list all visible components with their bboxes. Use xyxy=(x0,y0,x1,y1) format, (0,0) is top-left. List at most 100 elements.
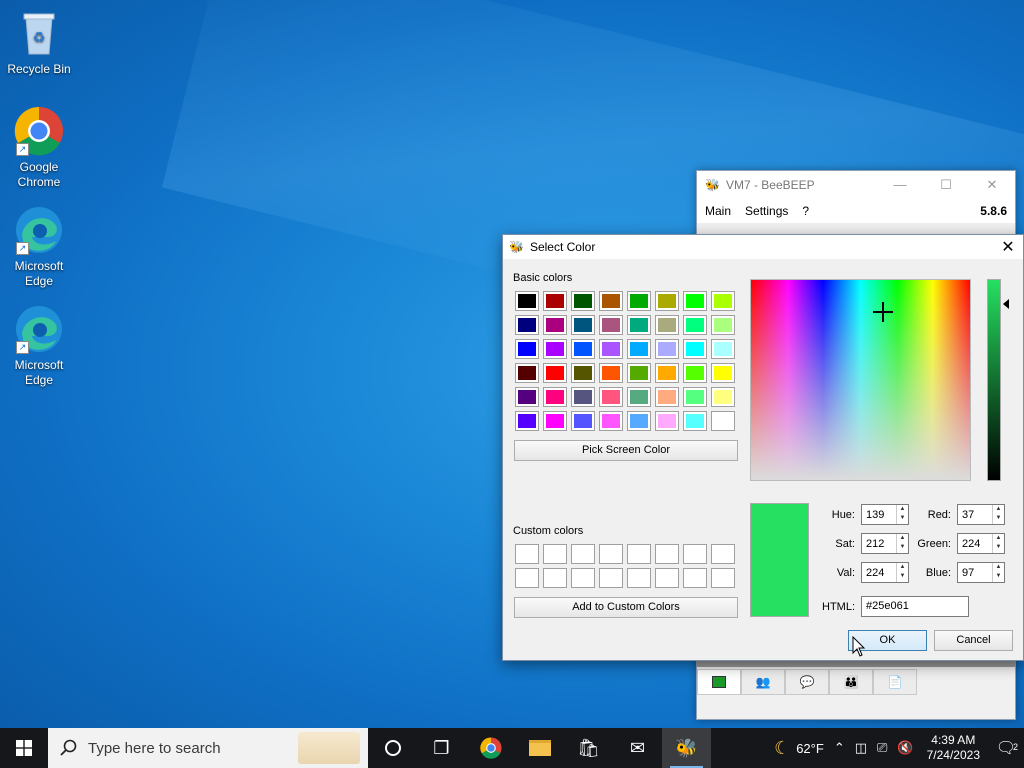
network-icon[interactable]: ⎚ xyxy=(872,740,892,756)
minimize-icon[interactable]: — xyxy=(877,177,923,193)
basic-color-swatch[interactable] xyxy=(571,339,595,359)
spin-arrows-icon[interactable]: ▲ ▼ xyxy=(896,534,908,553)
menu-help[interactable]: ? xyxy=(802,204,809,218)
show-hidden-icons-button[interactable]: ⌃ xyxy=(829,740,850,756)
taskbar-search-box[interactable]: Type here to search xyxy=(48,728,368,768)
basic-color-swatch[interactable] xyxy=(711,291,735,311)
green-spinbox[interactable]: 224 ▲ ▼ xyxy=(957,533,1005,554)
desktop-icon-microsoft-edge[interactable]: ↗ Microsoft Edge xyxy=(2,205,76,289)
crosshair-icon[interactable] xyxy=(873,302,893,322)
basic-color-swatch[interactable] xyxy=(655,339,679,359)
notification-center-button[interactable]: 🗨 2 xyxy=(988,738,1024,758)
custom-color-swatch[interactable] xyxy=(655,544,679,564)
custom-color-swatch[interactable] xyxy=(683,544,707,564)
custom-color-swatch[interactable] xyxy=(515,544,539,564)
custom-color-swatch[interactable] xyxy=(711,568,735,588)
basic-color-swatch[interactable] xyxy=(571,363,595,383)
basic-color-swatch[interactable] xyxy=(711,387,735,407)
taskbar-mail[interactable]: ✉ xyxy=(613,728,662,768)
select-color-dialog[interactable]: 🐝 Select Color ✕ Basic colors Pick Scree… xyxy=(502,234,1024,661)
basic-color-swatch[interactable] xyxy=(571,411,595,431)
basic-color-swatch[interactable] xyxy=(655,291,679,311)
basic-color-swatch[interactable] xyxy=(543,387,567,407)
maximize-icon[interactable]: ☐ xyxy=(923,177,969,193)
volume-muted-icon[interactable]: 🔇 xyxy=(892,740,918,756)
basic-color-swatch[interactable] xyxy=(543,339,567,359)
basic-color-swatch[interactable] xyxy=(515,411,539,431)
taskbar-store[interactable]: 🛍 xyxy=(564,728,613,768)
basic-color-swatch[interactable] xyxy=(543,411,567,431)
blue-spinbox[interactable]: 97 ▲ ▼ xyxy=(957,562,1005,583)
basic-color-swatch[interactable] xyxy=(515,387,539,407)
basic-color-swatch[interactable] xyxy=(683,315,707,335)
custom-color-swatch[interactable] xyxy=(515,568,539,588)
basic-color-swatch[interactable] xyxy=(627,387,651,407)
desktop-icon-google-chrome[interactable]: ↗ Google Chrome xyxy=(2,106,76,190)
basic-color-swatch[interactable] xyxy=(711,315,735,335)
basic-color-swatch[interactable] xyxy=(515,315,539,335)
cortana-button[interactable] xyxy=(368,728,417,768)
custom-color-swatch[interactable] xyxy=(683,568,707,588)
basic-color-swatch[interactable] xyxy=(627,315,651,335)
taskbar-beebeep[interactable]: 🐝 xyxy=(662,728,711,768)
taskbar-file-explorer[interactable] xyxy=(515,728,564,768)
basic-color-swatch[interactable] xyxy=(683,363,707,383)
add-to-custom-colors-button[interactable]: Add to Custom Colors xyxy=(514,597,738,618)
basic-color-swatch[interactable] xyxy=(683,291,707,311)
custom-color-swatch[interactable] xyxy=(571,568,595,588)
basic-color-swatch[interactable] xyxy=(627,339,651,359)
basic-color-swatch[interactable] xyxy=(599,363,623,383)
basic-color-swatch[interactable] xyxy=(655,387,679,407)
basic-color-swatch[interactable] xyxy=(515,339,539,359)
taskbar-clock[interactable]: 4:39 AM 7/24/2023 xyxy=(919,733,988,763)
basic-color-swatch[interactable] xyxy=(599,315,623,335)
value-slider[interactable] xyxy=(987,279,1001,481)
basic-color-swatch[interactable] xyxy=(683,387,707,407)
basic-color-swatch[interactable] xyxy=(599,339,623,359)
weather-widget[interactable]: ☾ 62°F xyxy=(769,738,829,759)
basic-color-swatch[interactable] xyxy=(571,387,595,407)
value-slider-arrow-icon[interactable] xyxy=(1003,299,1009,309)
basic-color-swatch[interactable] xyxy=(627,291,651,311)
hue-spinbox[interactable]: 139 ▲ ▼ xyxy=(861,504,909,525)
custom-color-swatch[interactable] xyxy=(627,544,651,564)
basic-color-swatch[interactable] xyxy=(543,315,567,335)
menu-settings[interactable]: Settings xyxy=(745,204,788,218)
basic-color-swatch[interactable] xyxy=(655,315,679,335)
basic-color-swatch[interactable] xyxy=(543,363,567,383)
spin-arrows-icon[interactable]: ▲ ▼ xyxy=(992,505,1004,524)
tab-chats[interactable]: 💬 xyxy=(785,669,829,695)
basic-color-swatch[interactable] xyxy=(683,411,707,431)
desktop-icon-microsoft-edge-2[interactable]: ↗ Microsoft Edge xyxy=(2,304,76,388)
start-button[interactable] xyxy=(0,728,48,768)
meet-now-icon[interactable]: ◫ xyxy=(850,740,872,756)
custom-color-swatch[interactable] xyxy=(543,544,567,564)
basic-color-swatch[interactable] xyxy=(711,411,735,431)
basic-color-swatch[interactable] xyxy=(543,291,567,311)
tab-home[interactable] xyxy=(697,669,741,695)
red-spinbox[interactable]: 37 ▲ ▼ xyxy=(957,504,1005,525)
desktop-icon-recycle-bin[interactable]: ♻ Recycle Bin xyxy=(2,8,76,77)
custom-color-swatch[interactable] xyxy=(571,544,595,564)
tab-files[interactable]: 📄 xyxy=(873,669,917,695)
spin-arrows-icon[interactable]: ▲ ▼ xyxy=(992,534,1004,553)
taskbar-chrome[interactable] xyxy=(466,728,515,768)
basic-color-swatch[interactable] xyxy=(711,363,735,383)
basic-color-swatch[interactable] xyxy=(655,411,679,431)
spin-arrows-icon[interactable]: ▲ ▼ xyxy=(896,505,908,524)
custom-color-swatch[interactable] xyxy=(627,568,651,588)
tab-users[interactable]: 👥 xyxy=(741,669,785,695)
color-spectrum[interactable] xyxy=(750,279,971,481)
custom-color-swatch[interactable] xyxy=(543,568,567,588)
tab-groups[interactable]: 👪 xyxy=(829,669,873,695)
custom-color-swatch[interactable] xyxy=(599,544,623,564)
basic-color-swatch[interactable] xyxy=(655,363,679,383)
basic-color-swatch[interactable] xyxy=(711,339,735,359)
basic-color-swatch[interactable] xyxy=(683,339,707,359)
basic-color-swatch[interactable] xyxy=(599,387,623,407)
basic-color-swatch[interactable] xyxy=(627,363,651,383)
spin-arrows-icon[interactable]: ▲ ▼ xyxy=(992,563,1004,582)
basic-color-swatch[interactable] xyxy=(515,363,539,383)
html-color-input[interactable]: #25e061 xyxy=(861,596,969,617)
custom-color-swatch[interactable] xyxy=(711,544,735,564)
